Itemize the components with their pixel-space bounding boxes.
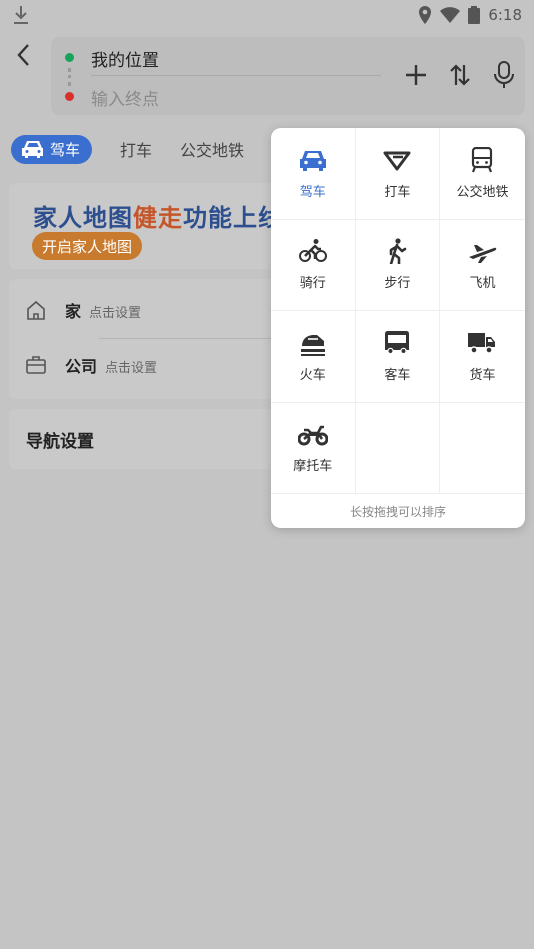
mode-option-taxi[interactable]: 打车	[355, 128, 441, 220]
mode-option-truck[interactable]: 货车	[440, 311, 525, 403]
swap-route-button[interactable]	[447, 60, 473, 90]
place-work-name: 公司	[65, 357, 98, 376]
car-icon	[299, 150, 326, 171]
mode-option-label: 货车	[469, 367, 496, 383]
mode-option-label: 火车	[299, 367, 326, 383]
tab-drive[interactable]: 驾车	[11, 134, 93, 164]
add-waypoint-button[interactable]	[403, 60, 429, 90]
tab-transit[interactable]: 公交地铁	[180, 137, 244, 161]
mode-option-walking[interactable]: 步行	[355, 219, 441, 311]
voice-input-button[interactable]	[491, 60, 517, 90]
mode-option-cycling[interactable]: 骑行	[271, 219, 356, 311]
clock: 6:18	[488, 6, 522, 24]
bus-icon	[472, 146, 493, 173]
navigation-settings-label: 导航设置	[26, 432, 94, 452]
mode-option-label: 打车	[384, 184, 411, 200]
travel-mode-grid: 驾车 打车 公交地铁骑行 步行 飞机火车 客车 货车摩托车	[271, 128, 525, 494]
train-icon	[300, 334, 325, 356]
location-icon	[419, 6, 432, 24]
empty-grid-cell	[440, 403, 525, 494]
briefcase-icon	[26, 356, 46, 374]
open-family-map-button[interactable]: 开启家人地图	[32, 232, 143, 260]
saved-places-card: 家点击设置 公司 点击设置	[9, 279, 275, 399]
mode-option-label: 步行	[384, 276, 411, 292]
download-icon	[14, 6, 28, 24]
place-home-name: 家	[65, 302, 82, 321]
home-icon	[27, 300, 45, 320]
travel-mode-tabs: 驾车 打车 公交地铁	[11, 134, 244, 164]
mode-option-label: 骑行	[299, 276, 326, 292]
battery-icon	[468, 6, 481, 24]
walking-icon	[390, 238, 407, 265]
microphone-icon	[494, 61, 514, 88]
banner-title: 家人地图健走功能上线	[33, 204, 275, 232]
motorcycle-icon	[297, 425, 328, 446]
back-arrow-icon[interactable]	[12, 40, 36, 70]
family-map-banner[interactable]: 家人地图健走功能上线 开启家人地图	[9, 183, 275, 269]
travel-mode-popup: 驾车 打车 公交地铁骑行 步行 飞机火车 客车 货车摩托车 长按拖拽可以排序	[271, 128, 525, 528]
empty-grid-cell	[355, 402, 441, 494]
truck-icon	[468, 332, 496, 354]
mode-option-coach[interactable]: 客车	[355, 311, 441, 403]
place-home-hint: 点击设置	[89, 306, 142, 321]
mode-option-airplane[interactable]: 飞机	[440, 220, 525, 311]
mode-option-bus[interactable]: 公交地铁	[440, 128, 525, 220]
tab-drive-label: 驾车	[50, 140, 81, 159]
coach-icon	[385, 330, 410, 354]
place-work-hint: 点击设置	[105, 361, 158, 376]
mode-option-motorcycle[interactable]: 摩托车	[271, 402, 356, 494]
place-work[interactable]: 公司 点击设置	[9, 338, 275, 392]
plus-icon	[406, 65, 426, 85]
swap-icon	[450, 64, 470, 86]
tab-taxi[interactable]: 打车	[120, 137, 152, 161]
route-divider	[91, 75, 381, 76]
wifi-icon	[440, 7, 461, 23]
taxi-icon	[383, 151, 411, 171]
cycling-icon	[298, 239, 327, 263]
start-input[interactable]: 我的位置	[91, 46, 159, 71]
mode-option-label: 驾车	[299, 184, 326, 200]
popup-sort-hint: 长按拖拽可以排序	[271, 493, 525, 528]
airplane-icon	[469, 245, 497, 264]
status-bar: 6:18	[0, 0, 534, 30]
mode-option-label: 公交地铁	[456, 184, 509, 200]
end-dot-icon	[65, 92, 74, 101]
mode-option-label: 飞机	[469, 276, 496, 292]
mode-option-label: 客车	[384, 367, 411, 383]
mode-option-train[interactable]: 火车	[271, 311, 356, 403]
start-dot-icon	[65, 53, 74, 62]
mode-option-car[interactable]: 驾车	[271, 128, 356, 220]
route-connector	[68, 68, 71, 86]
destination-input[interactable]: 输入终点	[91, 85, 159, 110]
route-input-panel: 我的位置 输入终点	[51, 37, 525, 115]
mode-option-label: 摩托车	[293, 459, 333, 475]
navigation-settings-card[interactable]: 导航设置	[9, 409, 275, 469]
place-home[interactable]: 家点击设置	[9, 283, 275, 337]
car-icon	[22, 141, 43, 158]
